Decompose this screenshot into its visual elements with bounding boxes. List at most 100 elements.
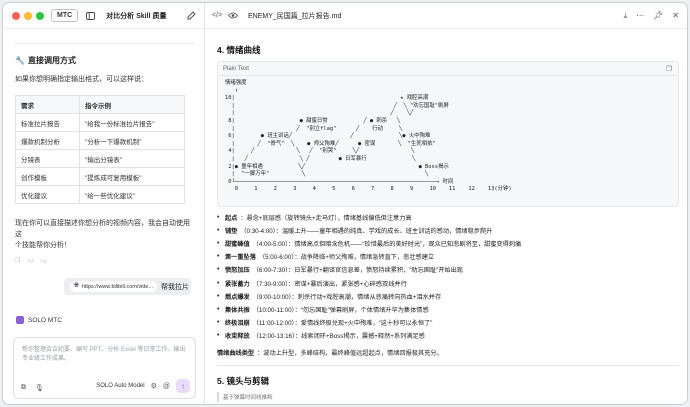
list-item: • 终极泪崩 （11:00-12:00）：爱情线终极兑现+火中殉难，“这十秒可以永恒… <box>217 318 433 327</box>
list-item-text: （12:00-13:16）：线索闭环+Boss揭示，震撼+释然+系列满足感 <box>252 332 425 340</box>
list-item-text: （0:30-4:00）：温暖上升——童年相遇的纯真、学戏的成长、班主训话的感动，… <box>240 228 493 236</box>
placeholder-line: 专业级工作成果。 <box>22 356 71 362</box>
table-cell: "输出分镜表" <box>79 149 185 168</box>
table-cell: 优化建议 <box>15 185 80 204</box>
closing-text-line: 现在你可以直接描述你想分析的视频内容，我会自动使用这 <box>15 220 190 238</box>
table-row: 分镜表 "输出分镜表" <box>15 149 185 168</box>
list-item-key: 愤怒加压 <box>225 267 250 275</box>
at-mention-icon[interactable]: @ <box>163 383 170 390</box>
table-header-row: 需求 指令示例 <box>15 95 185 114</box>
conversation-title: 对比分析 Skill 质量 <box>106 12 167 20</box>
list-item: • 集体共振 （10:00-11:00）：“勿忘国耻”弹幕刷屏，个体情绪升华为集体情… <box>217 305 429 314</box>
list-item-text: （11:00-12:00）：爱情线终极兑现+火中殉难，“这十秒可以永恒了” <box>252 319 433 327</box>
input-right-tools: SOLO Auto Model ⚙︎ @ ↑ <box>96 379 190 393</box>
close-icon[interactable]: ✕ <box>672 11 679 21</box>
arrow-up-icon: ↑ <box>181 381 185 391</box>
list-item-text: （6:00-7:30）：日军暴行+翻译官信息差，愤怒持续累积，“劝忘国耻”开始出… <box>252 267 463 275</box>
method-heading: 🔧 直接调用方式 <box>15 55 195 66</box>
app-window: MTC 对比分析 Skill 质量 🔧 直接调用方式 如果你想明确指定输出格式，… <box>2 2 688 405</box>
download-icon[interactable]: ⤓ <box>624 11 628 21</box>
list-item: • 愤怒加压 （6:00-7:30）：日军暴行+翻译官信息差，愤怒持续累积，“劝忘国… <box>217 266 463 275</box>
table-header: 指令示例 <box>79 95 185 114</box>
list-item-key: 收束释放 <box>225 332 250 340</box>
skill-icon[interactable]: ⚙︎ <box>151 382 157 390</box>
copy-icon[interactable]: ❐ <box>15 257 20 265</box>
list-item-key: 甜蜜峰值 <box>225 241 250 249</box>
chat-message-area: 🔧 直接调用方式 如果你想明确指定输出格式，可以这样说： 需求 指令示例 标准拉… <box>15 43 195 265</box>
agent-name: SOLO MTC <box>28 316 62 324</box>
list-item-text: （7:30-9:00）：密谋+暴后演出，紧张感+心碎感双线并行 <box>252 280 407 288</box>
emotion-bullet-list: • 起点 ：悬念+底层感（旋转镜头+走马灯），情绪基线偏低但注意力高 • 铺垫 （0:3… <box>217 211 687 359</box>
divider <box>15 43 195 44</box>
globe-icon: 🌐︎ <box>74 283 79 289</box>
closing-text-line: 个技能帮你分析！ <box>15 242 71 249</box>
table-cell: "分析一下爆款机制" <box>79 131 185 150</box>
list-item: • 第一重坠落 （5:00-6:00）：战争降临+师父殉难，情绪急转直下，悲壮感建立 <box>217 253 435 262</box>
new-chat-icon[interactable] <box>184 9 198 23</box>
list-item-text: （9:00-10:00）：刺杀行动+戏腔高潮，情绪从悲痛转向热血+泪水并存 <box>252 293 442 301</box>
list-item: • 紧张蓄力 （7:30-9:00）：密谋+暴后演出，紧张感+心碎感双线并行 <box>217 279 407 288</box>
table-cell: 分镜表 <box>15 149 80 168</box>
workspace-pill[interactable]: MTC <box>51 9 79 22</box>
thumbs-up-icon[interactable]: 👍︎ <box>27 257 33 265</box>
wrench-icon: 🔧 <box>15 56 25 65</box>
curve-type-line: 情绪曲线类型 ：波动上升型，多峰结构，最终峰值远超起点，情绪回报极其充分。 <box>217 346 687 359</box>
copy-code-icon[interactable]: ❐ <box>666 65 672 73</box>
chat-input-placeholder[interactable]: 帮你整理会议纪要、编写 PPT、分析 Excel 等日常工作。输出 专业级工作成… <box>22 346 185 364</box>
maximize-window-button[interactable] <box>36 11 44 20</box>
user-message: 🌐︎ https://www.bilibili.com/vide... 帮我拉片 <box>64 278 191 295</box>
table-header: 需求 <box>15 95 80 114</box>
curve-type-label: 情绪曲线类型 <box>217 349 255 357</box>
table-cell: "给一些优化建议" <box>79 185 185 204</box>
video-link-chip[interactable]: 🌐︎ https://www.bilibili.com/vide... <box>70 281 158 292</box>
list-item: • 起点 ：悬念+底层感（旋转镜头+走马灯），情绪基线偏低但注意力高 <box>217 214 412 223</box>
list-item-text: （5:00-6:00）：战争降临+师父殉难，情绪急转直下，悲壮感建立 <box>258 254 435 262</box>
pin-icon[interactable]: 📌︎ <box>653 11 663 21</box>
close-window-button[interactable] <box>12 11 20 20</box>
list-item: • 甜蜜峰值 （4:00-5:00）：情绪高点但暗含危机——“珍惜最后的美好时光”，… <box>217 240 522 249</box>
list-item-key: 起点 <box>225 215 238 223</box>
curve-type-text: ：波动上升型，多峰结构，最终峰值远超起点，情绪回报极其充分。 <box>257 349 443 357</box>
document-actions: ⤓ ⋯ 📌︎ ✕ <box>624 11 679 21</box>
list-item-text: （10:00-11:00）：“勿忘国耻”弹幕刷屏，个体情绪升华为集体情感 <box>252 306 429 314</box>
table-cell: "提炼成可复用模板" <box>79 167 185 186</box>
table-cell: 创作模板 <box>15 167 80 186</box>
chat-topbar: MTC 对比分析 Skill 质量 <box>3 3 204 29</box>
microphone-icon[interactable]: 🎙︎ <box>35 384 44 392</box>
table-row: 创作模板 "提炼成可复用模板" <box>15 167 185 186</box>
send-button[interactable]: ↑ <box>176 379 190 393</box>
more-icon[interactable]: ⋯ <box>636 11 644 21</box>
list-item: • 铺垫 （0:30-4:00）：温暖上升——童年相遇的纯真、学戏的成长、班主训话的… <box>217 227 493 236</box>
section-heading: 5. 镜头与剪辑 <box>217 376 269 386</box>
message-actions: ❐ 👍︎ 👎︎ <box>15 257 195 265</box>
user-message-text: 帮我拉片 <box>161 283 190 291</box>
minimize-window-button[interactable] <box>24 11 32 20</box>
table-cell: 爆款机制分析 <box>15 131 80 150</box>
list-item: • 收束释放 （12:00-13:16）：线索闭环+Boss揭示，震撼+释然+系列满… <box>217 331 425 340</box>
agent-avatar <box>16 316 24 324</box>
thumbs-down-icon[interactable]: 👎︎ <box>41 257 47 265</box>
window-controls <box>12 11 44 20</box>
video-link-text: https://www.bilibili.com/vide... <box>81 283 154 290</box>
input-left-tools: ⧉ 🎙︎ <box>21 384 44 392</box>
code-block-header: Plain Text ❐ <box>218 62 678 76</box>
eye-icon[interactable] <box>226 9 240 23</box>
chat-input-box[interactable]: 帮你整理会议纪要、编写 PPT、分析 Excel 等日常工作。输出 专业级工作成… <box>13 337 196 399</box>
code-view-icon[interactable]: </> <box>210 9 224 23</box>
code-language: Plain Text <box>223 65 249 72</box>
model-selector[interactable]: SOLO Auto Model <box>96 383 144 389</box>
file-title: ENEMY_民国篇_拉片报告.md <box>248 12 342 20</box>
chat-panel: MTC 对比分析 Skill 质量 🔧 直接调用方式 如果你想明确指定输出格式，… <box>3 3 205 404</box>
table-row: 优化建议 "给一些优化建议" <box>15 185 185 204</box>
list-item: • 燃点爆发 （9:00-10:00）：刺杀行动+戏腔高潮，情绪从悲痛转向热血+泪水… <box>217 292 442 301</box>
method-intro: 如果你想明确指定输出格式，可以这样说： <box>15 76 148 83</box>
list-item-key: 紧张蓄力 <box>225 280 250 288</box>
sidebar-toggle-icon[interactable] <box>83 9 97 23</box>
list-item-key: 终极泪崩 <box>225 319 250 327</box>
code-block: Plain Text ❐ 情绪强度 ↑ 10| ★ 戏腔高潮 | ╱ ╲ "劝忘… <box>217 61 679 207</box>
document-topbar: </> ENEMY_民国篇_拉片报告.md ⤓ ⋯ 📌︎ ✕ <box>206 3 687 29</box>
image-icon[interactable]: ⧉ <box>21 384 26 392</box>
emotion-curve-ascii: 情绪强度 ↑ 10| ★ 戏腔高潮 | ╱ ╲ "劝忘国耻"刷屏 | ╱ ╲╱ … <box>225 80 512 193</box>
list-item-text: ：悬念+底层感（旋转镜头+走马灯），情绪基线偏低但注意力高 <box>240 215 412 223</box>
list-item-key: 集体共振 <box>225 306 250 314</box>
